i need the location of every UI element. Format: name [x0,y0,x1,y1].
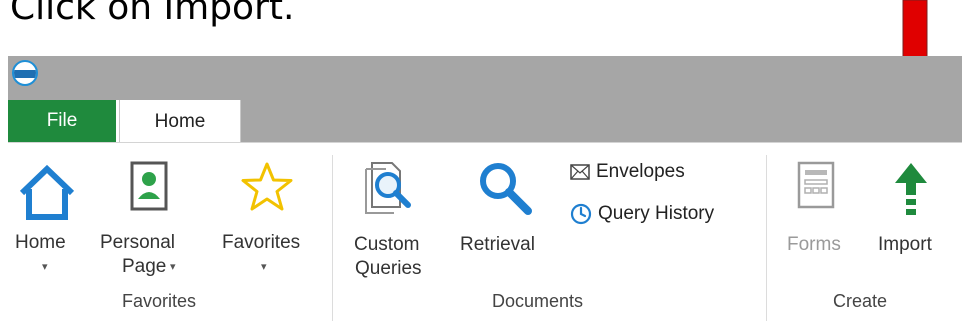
import-button[interactable]: Import [868,143,958,283]
app-logo-icon [12,60,38,86]
favorites-button[interactable]: Favorites ▾ [208,143,318,283]
chevron-down-icon: ▾ [170,261,176,273]
magnifier-icon [480,163,532,215]
envelopes-button[interactable]: Envelopes [570,161,685,183]
chevron-down-icon: ▾ [261,261,267,273]
forms-button-label: Forms [787,234,841,255]
retrieval-button-label: Retrieval [460,234,535,255]
group-separator [332,155,333,321]
import-arrow-icon [895,163,927,215]
forms-button[interactable]: Forms [776,143,856,283]
home-button[interactable]: Home ▾ [8,143,88,283]
personal-page-label-line2: Page [122,256,167,277]
house-icon [19,164,75,220]
group-label-favorites: Favorites [122,291,197,311]
custom-queries-label-line1: Custom [354,234,420,255]
title-bar [8,56,962,100]
query-history-label: Query History [598,203,715,224]
personal-page-button[interactable]: Personal Page ▾ [96,143,196,283]
group-separator [766,155,767,321]
import-button-label: Import [878,234,932,255]
instruction-text: Click on Import. [10,0,295,28]
forms-icon [797,161,835,209]
query-history-button[interactable]: Query History [570,203,714,225]
envelope-icon [570,164,590,180]
custom-queries-button[interactable]: Custom Queries [344,143,444,283]
chevron-down-icon: ▾ [42,261,48,273]
clock-icon [570,203,592,225]
personal-page-icon [130,161,168,211]
tab-home[interactable]: Home [119,100,241,144]
home-button-label: Home [15,232,66,253]
custom-queries-icon [365,162,411,214]
tab-file[interactable]: File [8,100,116,142]
personal-page-label-line1: Personal [100,232,175,253]
retrieval-button[interactable]: Retrieval [454,143,554,283]
star-icon [241,162,293,211]
group-label-create: Create [833,291,888,311]
tab-strip-background [241,100,962,142]
favorites-button-label: Favorites [222,232,301,253]
envelopes-label: Envelopes [596,161,685,182]
custom-queries-label-line2: Queries [355,258,422,279]
ribbon-home: Home ▾ Personal Page ▾ Favorites ▾ Favor… [8,143,962,322]
group-label-documents: Documents [492,291,584,311]
